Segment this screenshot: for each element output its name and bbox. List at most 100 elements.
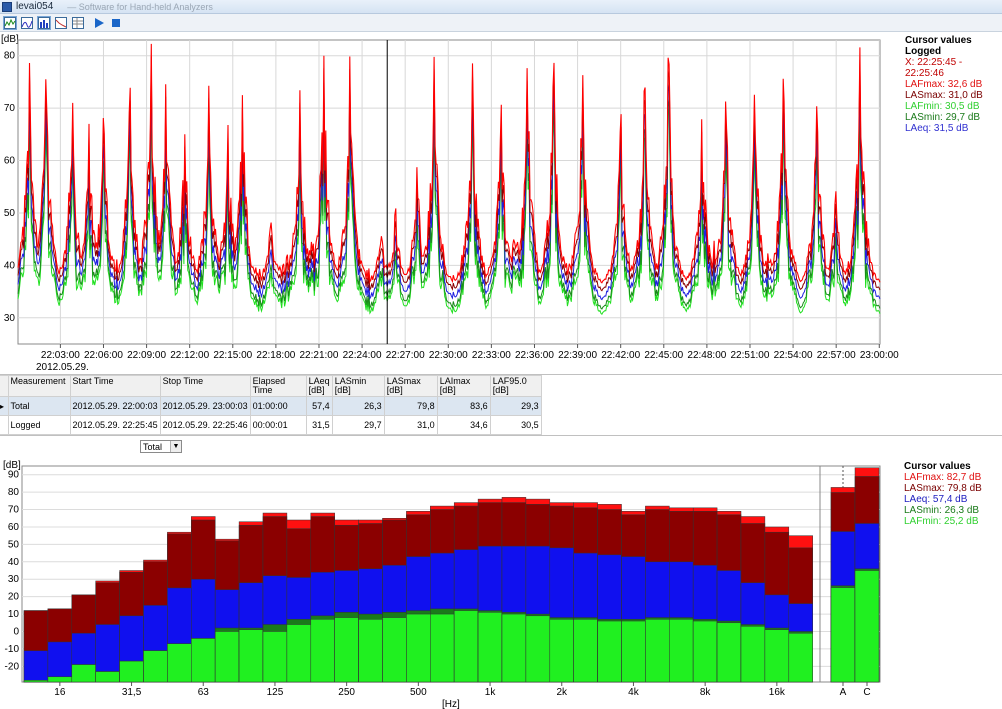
- table-cell: Total: [7, 396, 71, 416]
- x-tick-label: 31,5: [122, 687, 142, 698]
- table-header-cell[interactable]: LASmin [dB]: [331, 375, 385, 397]
- table-cell: 2012.05.29. 22:25:45: [69, 415, 161, 435]
- x-tick-label: 125: [267, 687, 284, 698]
- bar-lafmin: [830, 587, 856, 683]
- x-tick-label: 22:24:00: [343, 350, 382, 361]
- cursor-legend-entry: LASmax: 31,0 dB: [905, 90, 983, 101]
- bar-lafmin: [334, 617, 359, 683]
- y-tick-label: -20: [5, 661, 20, 672]
- bar-lafmin: [286, 624, 312, 683]
- table-cell: 31,0: [383, 415, 438, 435]
- y-tick-label: 80: [4, 51, 16, 62]
- bar-lafmin: [549, 619, 574, 683]
- x-tick-label: 16: [54, 687, 66, 698]
- y-tick-label: 70: [8, 505, 20, 516]
- table-cell: 2012.05.29. 22:25:46: [159, 415, 251, 435]
- table-header-cell[interactable]: Start Time: [69, 375, 161, 397]
- window-title: levai054: [16, 1, 54, 12]
- x-tick-label: 22:48:00: [687, 350, 726, 361]
- x-tick-label: 22:15:00: [213, 350, 252, 361]
- cursor-legend-entry: LAFmax: 32,6 dB: [905, 79, 983, 90]
- statistics-icon[interactable]: [54, 16, 68, 30]
- y-tick-label: 60: [4, 156, 16, 167]
- bar-lafmin: [669, 619, 694, 683]
- spectrum-cursor-legend-entry: LAFmin: 25,2 dB: [904, 516, 979, 527]
- time-history-icon[interactable]: [3, 15, 17, 30]
- cursor-legend-entry: LAFmin: 30,5 dB: [905, 101, 980, 112]
- bar-lafmin: [525, 615, 551, 683]
- x-tick-label: 250: [338, 687, 355, 698]
- bar-lafmin: [382, 617, 407, 683]
- bar-lafmin: [716, 622, 742, 683]
- bar-lafmin: [310, 619, 335, 683]
- cursor-legend-entry: X: 22:25:45 - 22:25:46: [905, 57, 963, 79]
- bar-lafmin: [788, 632, 813, 683]
- x-tick-label: 22:18:00: [256, 350, 295, 361]
- bar-lafmin: [262, 631, 288, 683]
- y-tick-label: 60: [8, 522, 20, 533]
- y-tick-label: 20: [8, 592, 20, 603]
- x-tick-label: 22:45:00: [644, 350, 683, 361]
- spectrum-chart[interactable]: [dB] [Hz] -20-10010203040506070809016 31,…: [0, 458, 902, 709]
- y-tick-label: 40: [8, 557, 20, 568]
- y-tick-label: 50: [8, 539, 20, 550]
- spectrum-source-select[interactable]: Total ▼: [140, 440, 182, 453]
- table-icon[interactable]: [71, 16, 85, 30]
- y-tick-label: 90: [8, 470, 20, 481]
- x-tick-label: 22:27:00: [386, 350, 425, 361]
- x-tick-label: 22:42:00: [601, 350, 640, 361]
- x-tick-label: 500: [410, 687, 427, 698]
- row-pointer-icon: ▸: [0, 396, 9, 416]
- bar-lafmin: [119, 660, 144, 683]
- cursor-values-header: Cursor values: [905, 35, 972, 46]
- table-cell: 26,3: [331, 396, 385, 416]
- spectrum-cursor-legend: Cursor values LAFmax: 82,7 dB LASmax: 79,…: [904, 461, 982, 527]
- bar-lafmin: [358, 619, 383, 683]
- play-icon[interactable]: [92, 16, 106, 30]
- table-cell: 31,5: [305, 415, 333, 435]
- table-header-cell[interactable]: LAImax [dB]: [436, 375, 491, 397]
- spectrum-icon[interactable]: [20, 16, 34, 30]
- table-header-cell[interactable]: LAeq [dB]: [305, 375, 333, 397]
- bar-lafmin: [573, 619, 598, 683]
- bar-laeq: [47, 641, 73, 683]
- x-tick-label: C: [863, 687, 870, 698]
- bar-lafmin: [692, 620, 718, 683]
- table-header-cell[interactable]: Measurement: [7, 375, 71, 397]
- table-row[interactable]: ▸ Total 2012.05.29. 22:00:03 2012.05.29. 23…: [0, 396, 542, 416]
- x-tick-label: 2k: [556, 687, 568, 698]
- stop-icon[interactable]: [109, 16, 123, 30]
- table-header-cell[interactable]: Stop Time: [159, 375, 251, 397]
- table-cell: 34,6: [436, 415, 491, 435]
- table-cell: 30,5: [489, 415, 542, 435]
- bar-lafmin: [47, 676, 73, 683]
- x-tick-label: 22:21:00: [300, 350, 339, 361]
- table-row[interactable]: Logged 2012.05.29. 22:25:45 2012.05.29. 22…: [0, 415, 542, 435]
- spectrum-source-value: Total: [143, 441, 163, 452]
- x-tick-label: 22:54:00: [774, 350, 813, 361]
- window-subtitle: — Software for Hand-held Analyzers: [67, 1, 213, 12]
- x-tick-label: 63: [198, 687, 210, 698]
- x-tick-label: 8k: [700, 687, 712, 698]
- time-history-cursor-legend: Cursor values Logged X: 22:25:45 - 22:25…: [905, 35, 1002, 134]
- x-tick-label: 16k: [769, 687, 786, 698]
- table-cell: 2012.05.29. 23:00:03: [159, 396, 251, 416]
- bar-lafmin: [406, 613, 431, 683]
- bar-lafmin: [167, 643, 192, 683]
- x-tick-label: A: [840, 687, 847, 698]
- table-header-cell[interactable]: LAF95.0 [dB]: [489, 375, 542, 397]
- x-tick-label: 22:09:00: [127, 350, 166, 361]
- x-tick-label: 22:03:00: [41, 350, 80, 361]
- time-history-chart[interactable]: [dB] 2012.05.29. 30 40 50 60 70 80 22:03:00 22:…: [0, 32, 902, 373]
- octave-bands-icon[interactable]: [37, 15, 51, 30]
- spectrum-cursor-values-header: Cursor values: [904, 461, 971, 472]
- chevron-down-icon[interactable]: ▼: [170, 441, 181, 452]
- bar-lafmin: [430, 613, 455, 683]
- x-tick-label: 1k: [485, 687, 497, 698]
- y-tick-label: 30: [4, 313, 16, 324]
- title-bar: levai054 — Software for Hand-held Analyz…: [0, 0, 1002, 14]
- table-cell: 00:00:01: [249, 415, 307, 435]
- table-header-cell[interactable]: Elapsed Time: [249, 375, 307, 397]
- bar-lafmin: [143, 650, 168, 683]
- table-header-cell[interactable]: LASmax [dB]: [383, 375, 438, 397]
